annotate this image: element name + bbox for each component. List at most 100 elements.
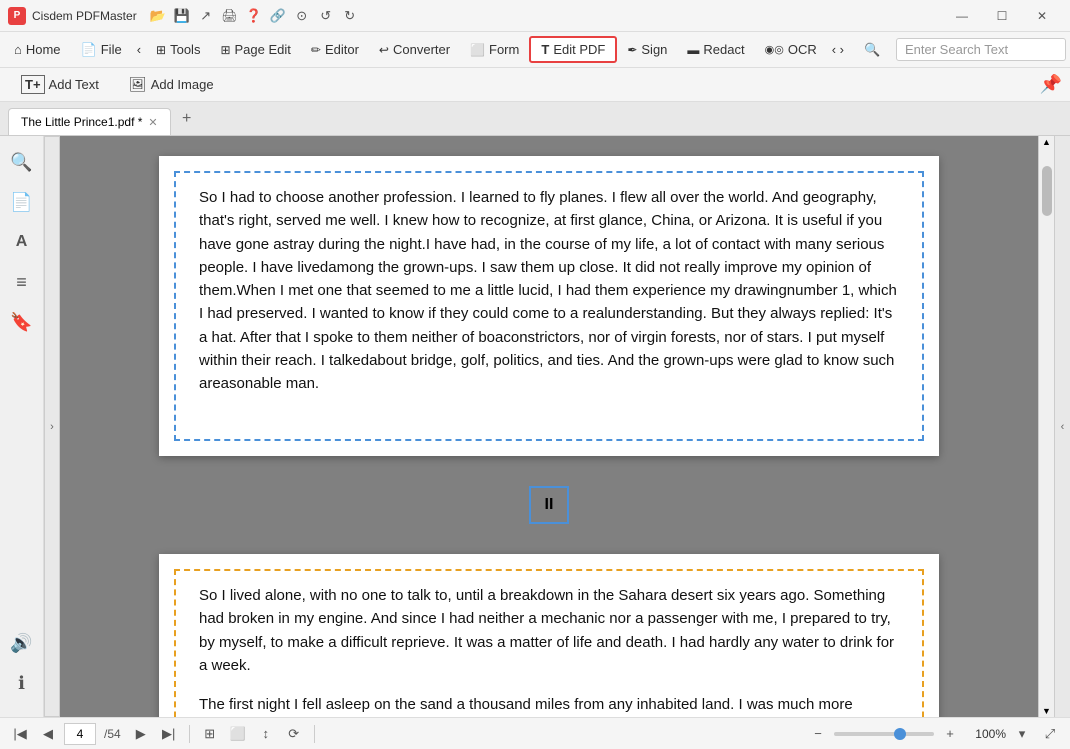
sidebar-search[interactable]: 🔍 bbox=[4, 144, 40, 180]
menu-redact[interactable]: ▬ Redact bbox=[677, 38, 754, 61]
titlebar: P Cisdem PDFMaster 📂 💾 ↗ 🖨 ❓ 🔗 ⊙ ↺ ↻ — ☐… bbox=[0, 0, 1070, 32]
menu-home[interactable]: ⌂ Home bbox=[4, 38, 71, 61]
add-tab-button[interactable]: + bbox=[175, 107, 199, 131]
menu-editor[interactable]: ✏ Editor bbox=[301, 38, 369, 61]
page-2-text-1[interactable]: So I lived alone, with no one to talk to… bbox=[199, 584, 899, 677]
rotate-button[interactable]: ⟳ bbox=[282, 722, 306, 746]
roman-numeral-container: II bbox=[159, 476, 939, 534]
menu-redact-label: Redact bbox=[703, 42, 744, 57]
menu-sign[interactable]: ✒ Sign bbox=[617, 38, 677, 61]
collapse-right-arrow[interactable]: ‹ bbox=[1054, 136, 1070, 717]
target-icon[interactable]: ⊙ bbox=[293, 7, 311, 25]
add-image-label: Add Image bbox=[151, 77, 214, 92]
ocr-icon: ◉◎ bbox=[765, 43, 784, 56]
menu-edit-pdf[interactable]: T Edit PDF bbox=[529, 36, 617, 63]
current-page-input[interactable] bbox=[64, 723, 96, 745]
menu-file-label: File bbox=[101, 42, 122, 57]
menu-page-edit[interactable]: ⊞ Page Edit bbox=[210, 38, 300, 61]
search-placeholder: Enter Search Text bbox=[905, 42, 1008, 57]
add-image-button[interactable]: 🖼 Add Image bbox=[116, 71, 227, 98]
titlebar-icons: 📂 💾 ↗ 🖨 ❓ 🔗 ⊙ ↺ ↻ bbox=[149, 7, 359, 25]
maximize-button[interactable]: ☐ bbox=[982, 0, 1022, 32]
fit-height-button[interactable]: ↕ bbox=[254, 722, 278, 746]
redo-icon[interactable]: ↻ bbox=[341, 7, 359, 25]
go-first-page-button[interactable]: |◀ bbox=[8, 722, 32, 746]
add-text-button[interactable]: T+ Add Text bbox=[8, 70, 112, 99]
go-prev-page-button[interactable]: ◀ bbox=[36, 722, 60, 746]
pdf-page-1: So I had to choose another profession. I… bbox=[159, 156, 939, 456]
go-next-page-button[interactable]: ▶ bbox=[129, 722, 153, 746]
open-folder-icon[interactable]: 📂 bbox=[149, 7, 167, 25]
page-1-text[interactable]: So I had to choose another profession. I… bbox=[199, 186, 899, 395]
sign-icon: ✒ bbox=[627, 43, 637, 57]
menu-search-icon[interactable]: 🔍 bbox=[858, 38, 886, 62]
close-button[interactable]: ✕ bbox=[1022, 0, 1062, 32]
go-last-page-button[interactable]: ▶| bbox=[157, 722, 181, 746]
expand-button[interactable]: ⤢ bbox=[1038, 722, 1062, 746]
print-icon[interactable]: 🖨 bbox=[221, 7, 239, 25]
link-icon[interactable]: 🔗 bbox=[269, 7, 287, 25]
help-icon[interactable]: ❓ bbox=[245, 7, 263, 25]
zoom-slider[interactable] bbox=[834, 732, 934, 736]
scroll-up-arrow[interactable]: ▲ bbox=[1041, 138, 1053, 146]
menu-ocr-label: OCR bbox=[788, 42, 817, 57]
main-area: 🔍 📄 A ≡ 🔖 🔊 ℹ › So I had to choose anoth… bbox=[0, 136, 1070, 717]
add-text-label: Add Text bbox=[49, 77, 99, 92]
bottombar: |◀ ◀ /54 ▶ ▶| ⊞ ⬜ ↕ ⟳ − + 100% ▾ ⤢ bbox=[0, 717, 1070, 749]
menu-converter[interactable]: ↩ Converter bbox=[369, 38, 460, 61]
pdf-area: So I had to choose another profession. I… bbox=[60, 136, 1038, 717]
sidebar-text[interactable]: A bbox=[4, 224, 40, 260]
bottom-separator-1 bbox=[189, 725, 190, 743]
menubar: ⌂ Home 📄 File ‹ ⊞ Tools ⊞ Page Edit ✏ Ed… bbox=[0, 32, 1070, 68]
fit-width-button[interactable]: ⬜ bbox=[226, 722, 250, 746]
menu-nav-extra[interactable]: ‹ › bbox=[827, 38, 849, 61]
page-2-text-2[interactable]: The first night I fell asleep on the san… bbox=[199, 693, 899, 717]
tab-label: The Little Prince1.pdf * bbox=[21, 115, 142, 129]
save-icon[interactable]: 💾 bbox=[173, 7, 191, 25]
minimize-button[interactable]: — bbox=[942, 0, 982, 32]
home-icon: ⌂ bbox=[14, 42, 22, 57]
total-pages: /54 bbox=[104, 727, 121, 741]
sidebar-outline[interactable]: ≡ bbox=[4, 264, 40, 300]
zoom-thumb[interactable] bbox=[894, 728, 906, 740]
search-box[interactable]: Enter Search Text bbox=[896, 38, 1066, 61]
menu-page-edit-label: Page Edit bbox=[235, 42, 291, 57]
menu-ocr[interactable]: ◉◎ OCR bbox=[755, 38, 827, 61]
menu-tools[interactable]: ⊞ Tools bbox=[146, 38, 210, 61]
undo-icon[interactable]: ↺ bbox=[317, 7, 335, 25]
menu-nav-back[interactable]: ‹ bbox=[132, 38, 146, 61]
tab-little-prince[interactable]: The Little Prince1.pdf * ✕ bbox=[8, 108, 171, 135]
tools-icon: ⊞ bbox=[156, 43, 166, 57]
redact-icon: ▬ bbox=[687, 43, 699, 57]
pin-button[interactable]: 📌 bbox=[1040, 74, 1062, 95]
fit-page-button[interactable]: ⊞ bbox=[198, 722, 222, 746]
sidebar-audio[interactable]: 🔊 bbox=[4, 625, 40, 661]
tab-close-button[interactable]: ✕ bbox=[148, 116, 157, 129]
scroll-thumb[interactable] bbox=[1042, 166, 1052, 216]
menu-edit-pdf-label: Edit PDF bbox=[553, 42, 605, 57]
scroll-down-arrow[interactable]: ▼ bbox=[1041, 707, 1053, 715]
left-sidebar: 🔍 📄 A ≡ 🔖 🔊 ℹ bbox=[0, 136, 44, 717]
app-logo: P bbox=[8, 7, 26, 25]
sidebar-bookmark[interactable]: 🔖 bbox=[4, 304, 40, 340]
add-text-icon: T+ bbox=[21, 75, 45, 94]
zoom-dropdown-button[interactable]: ▾ bbox=[1010, 722, 1034, 746]
editor-icon: ✏ bbox=[311, 43, 321, 57]
app-name: Cisdem PDFMaster bbox=[32, 9, 137, 23]
sidebar-info[interactable]: ℹ bbox=[4, 665, 40, 701]
menu-tools-label: Tools bbox=[170, 42, 200, 57]
share-icon[interactable]: ↗ bbox=[197, 7, 215, 25]
menu-file[interactable]: 📄 File bbox=[71, 38, 132, 62]
menu-home-label: Home bbox=[26, 42, 61, 57]
zoom-in-button[interactable]: + bbox=[938, 722, 962, 746]
zoom-out-button[interactable]: − bbox=[806, 722, 830, 746]
converter-icon: ↩ bbox=[379, 43, 389, 57]
right-scrollbar[interactable]: ▲ ▼ bbox=[1038, 136, 1054, 717]
page-edit-icon: ⊞ bbox=[220, 43, 230, 57]
window-controls: — ☐ ✕ bbox=[942, 0, 1062, 32]
roman-numeral-box[interactable]: II bbox=[529, 486, 570, 524]
collapse-left-arrow[interactable]: › bbox=[44, 136, 60, 717]
menu-form[interactable]: ⬜ Form bbox=[460, 38, 529, 61]
sidebar-pages[interactable]: 📄 bbox=[4, 184, 40, 220]
menu-editor-label: Editor bbox=[325, 42, 359, 57]
